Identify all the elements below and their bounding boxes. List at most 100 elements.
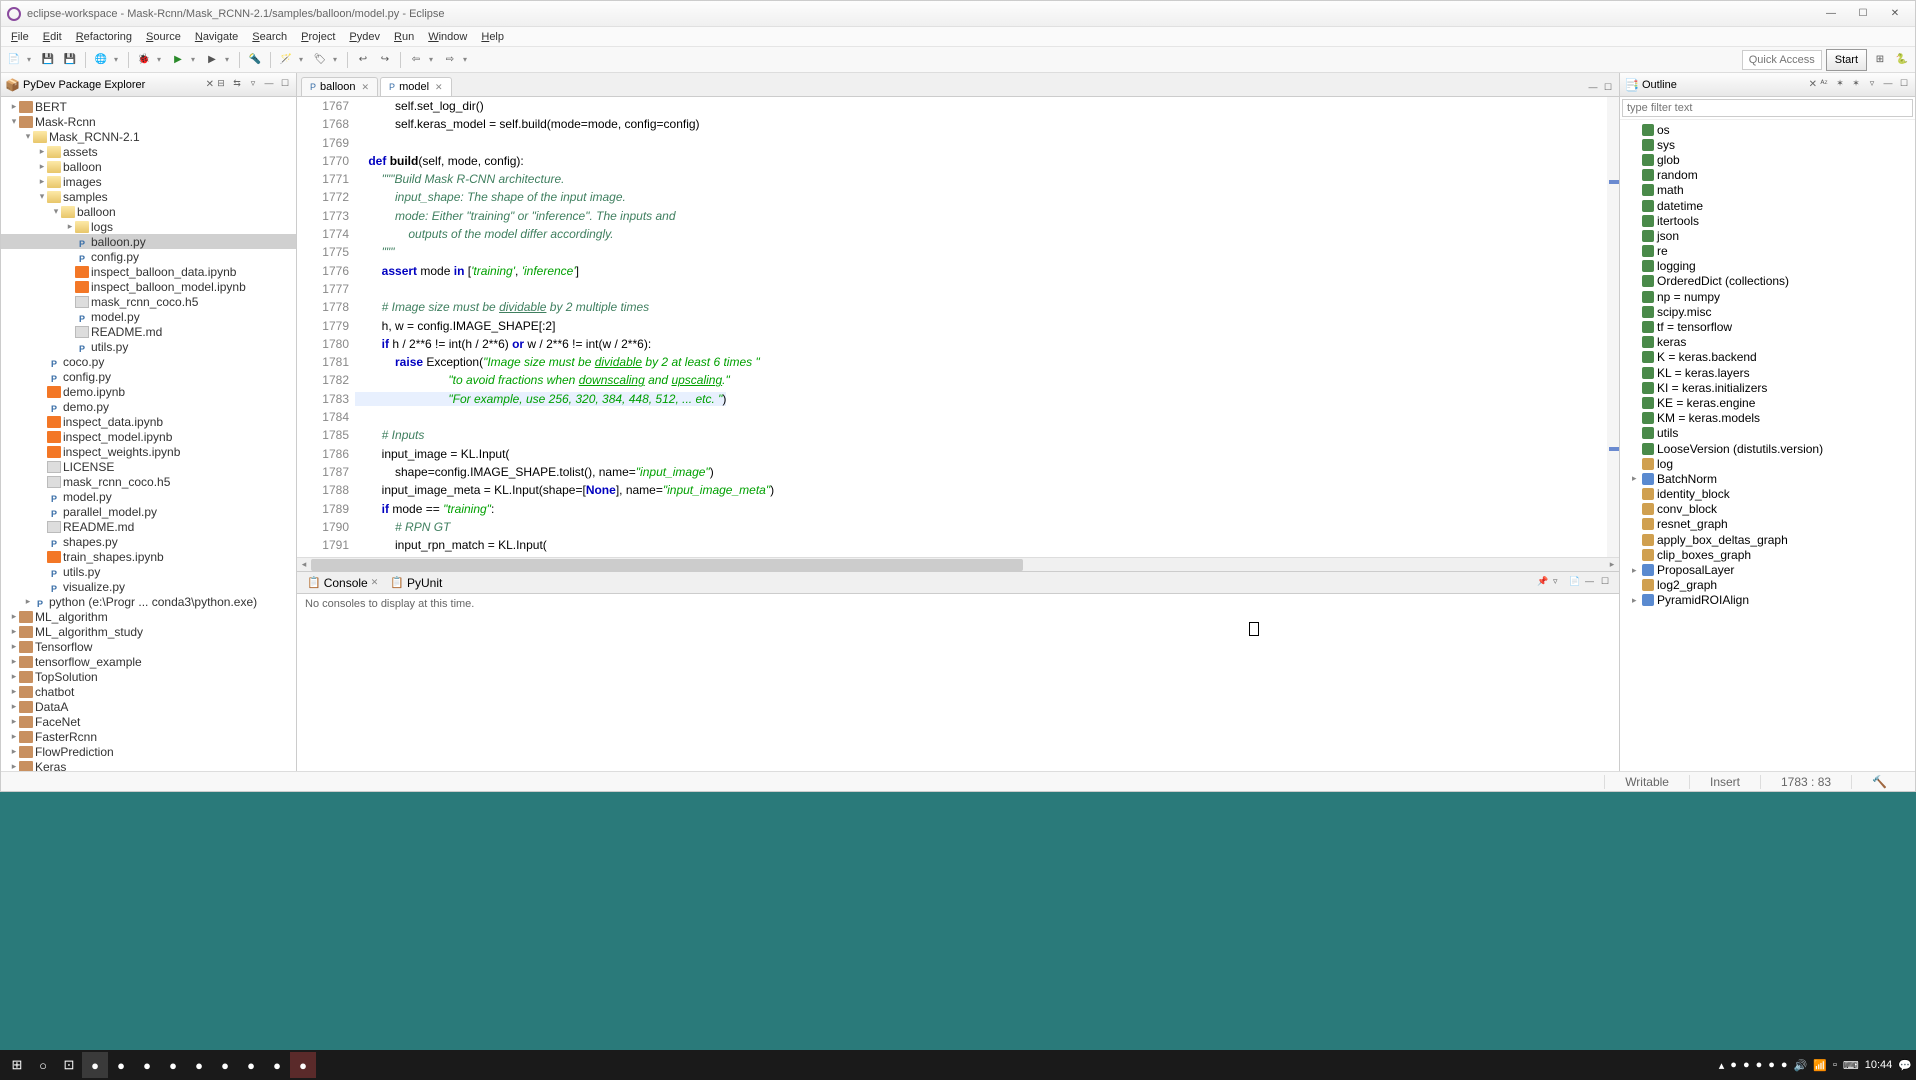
tree-item[interactable]: demo.py [1, 399, 296, 414]
tree-item[interactable]: utils.py [1, 564, 296, 579]
menu-navigate[interactable]: Navigate [189, 29, 244, 45]
horizontal-scrollbar[interactable]: ◂▸ [297, 557, 1619, 571]
tree-item[interactable]: ▸balloon [1, 159, 296, 174]
tree-item[interactable]: ▸assets [1, 144, 296, 159]
tray-icon[interactable]: 📶 [1813, 1059, 1827, 1072]
maximize-pane-icon[interactable]: ☐ [278, 78, 292, 92]
minimize-pane-icon[interactable]: — [262, 78, 276, 92]
menu-project[interactable]: Project [295, 29, 341, 45]
tab-pyunit[interactable]: 📋 PyUnit [384, 574, 448, 592]
tree-item[interactable]: config.py [1, 369, 296, 384]
menu-refactoring[interactable]: Refactoring [70, 29, 138, 45]
tray-ime[interactable]: ⌨ [1843, 1059, 1859, 1072]
tree-item[interactable]: ▸BERT [1, 99, 296, 114]
outline-item[interactable]: scipy.misc [1620, 304, 1915, 319]
menu-help[interactable]: Help [475, 29, 510, 45]
tree-item[interactable]: demo.ipynb [1, 384, 296, 399]
outline-item[interactable]: np = numpy [1620, 289, 1915, 304]
outline-item[interactable]: itertools [1620, 213, 1915, 228]
code-editor[interactable]: 1767176817691770177117721773177417751776… [297, 97, 1619, 557]
editor-max-icon[interactable]: ☐ [1601, 82, 1615, 96]
outline-item[interactable]: keras [1620, 335, 1915, 350]
tree-item[interactable]: ▾Mask_RCNN-2.1 [1, 129, 296, 144]
overview-ruler[interactable] [1607, 97, 1619, 557]
cortana-icon[interactable]: ○ [30, 1052, 56, 1078]
tray-icon[interactable]: ● [1756, 1059, 1763, 1071]
outline-item[interactable]: datetime [1620, 198, 1915, 213]
tree-item[interactable]: ▸FasterRcnn [1, 729, 296, 744]
outline-item[interactable]: json [1620, 228, 1915, 243]
menu-pydev[interactable]: Pydev [343, 29, 386, 45]
tray-icon[interactable]: ▴ [1719, 1059, 1725, 1072]
collapse-all-icon[interactable]: ⊟ [214, 78, 228, 92]
editor-min-icon[interactable]: — [1586, 82, 1600, 96]
fwd-icon[interactable]: ⇨ [441, 51, 459, 69]
debug-icon[interactable]: 🐞 [135, 51, 153, 69]
tree-item[interactable]: utils.py [1, 339, 296, 354]
hide-fields-icon[interactable]: ✶ [1833, 78, 1847, 92]
package-tree[interactable]: ▸BERT▾Mask-Rcnn▾Mask_RCNN-2.1▸assets▸bal… [1, 97, 296, 771]
tray-icon[interactable]: ● [1743, 1059, 1750, 1071]
tree-item[interactable]: ▸images [1, 174, 296, 189]
tag-icon[interactable]: 🏷 [311, 51, 329, 69]
start-button[interactable]: Start [1826, 49, 1867, 71]
task-app-icon[interactable]: ● [108, 1052, 134, 1078]
view-menu-icon[interactable]: ▿ [246, 78, 260, 92]
link-editor-icon[interactable]: ⇆ [230, 78, 244, 92]
outline-item[interactable]: math [1620, 183, 1915, 198]
tree-item[interactable]: README.md [1, 519, 296, 534]
outline-item[interactable]: log [1620, 456, 1915, 471]
outline-max-icon[interactable]: ☐ [1897, 78, 1911, 92]
sort-icon[interactable]: ᴬᶻ [1817, 78, 1831, 92]
outline-item[interactable]: ▸PyramidROIAlign [1620, 593, 1915, 608]
outline-item[interactable]: clip_boxes_graph [1620, 547, 1915, 562]
task-app-icon[interactable]: ● [290, 1052, 316, 1078]
outline-item[interactable]: log2_graph [1620, 578, 1915, 593]
maximize-button[interactable]: ☐ [1849, 5, 1877, 23]
save-all-icon[interactable]: 💾 [61, 51, 79, 69]
menu-bar[interactable]: FileEditRefactoringSourceNavigateSearchP… [1, 27, 1915, 47]
tray-icon[interactable]: 🔊 [1794, 1059, 1808, 1072]
task-app-icon[interactable]: ● [186, 1052, 212, 1078]
run-icon[interactable]: ▶ [169, 51, 187, 69]
task-app-icon[interactable]: ● [264, 1052, 290, 1078]
tree-item[interactable]: inspect_model.ipynb [1, 429, 296, 444]
tree-item[interactable]: mask_rcnn_coco.h5 [1, 294, 296, 309]
menu-search[interactable]: Search [246, 29, 293, 45]
task-app-icon[interactable]: ● [82, 1052, 108, 1078]
tree-item[interactable]: ▸tensorflow_example [1, 654, 296, 669]
tree-item[interactable]: ▸FlowPrediction [1, 744, 296, 759]
outline-item[interactable]: identity_block [1620, 487, 1915, 502]
outline-item[interactable]: resnet_graph [1620, 517, 1915, 532]
tree-item[interactable]: balloon.py [1, 234, 296, 249]
tree-item[interactable]: inspect_balloon_data.ipynb [1, 264, 296, 279]
outline-item[interactable]: KI = keras.initializers [1620, 380, 1915, 395]
tree-item[interactable]: mask_rcnn_coco.h5 [1, 474, 296, 489]
tree-item[interactable]: coco.py [1, 354, 296, 369]
tree-item[interactable]: ▸TopSolution [1, 669, 296, 684]
tree-item[interactable]: ▸FaceNet [1, 714, 296, 729]
tree-item[interactable]: ▸logs [1, 219, 296, 234]
menu-edit[interactable]: Edit [37, 29, 68, 45]
hide-static-icon[interactable]: ✶ [1849, 78, 1863, 92]
tree-item[interactable]: ▸ML_algorithm [1, 609, 296, 624]
outline-item[interactable]: conv_block [1620, 502, 1915, 517]
pin-console-icon[interactable]: 📌 [1537, 576, 1551, 590]
tree-item[interactable]: ▾balloon [1, 204, 296, 219]
tree-item[interactable]: ▸DataA [1, 699, 296, 714]
prev-edit-icon[interactable]: ↩ [354, 51, 372, 69]
console-max-icon[interactable]: ☐ [1601, 576, 1615, 590]
tree-item[interactable]: ▾samples [1, 189, 296, 204]
outline-item[interactable]: re [1620, 244, 1915, 259]
ext-run-icon[interactable]: ▶ [203, 51, 221, 69]
task-app-icon[interactable]: ● [212, 1052, 238, 1078]
tray-icon[interactable]: ● [1730, 1059, 1737, 1071]
outline-filter-input[interactable] [1622, 99, 1913, 117]
quick-access-input[interactable] [1742, 50, 1822, 70]
tray-icon[interactable]: ▫ [1833, 1059, 1837, 1071]
tree-item[interactable]: ▸Keras [1, 759, 296, 771]
outline-item[interactable]: OrderedDict (collections) [1620, 274, 1915, 289]
outline-item[interactable]: LooseVersion (distutils.version) [1620, 441, 1915, 456]
task-app-icon[interactable]: ● [134, 1052, 160, 1078]
wand-icon[interactable]: 🪄 [277, 51, 295, 69]
